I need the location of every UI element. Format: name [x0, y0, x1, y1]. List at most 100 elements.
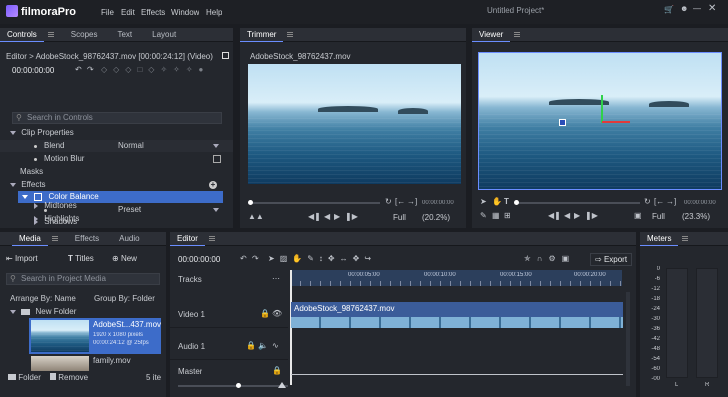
user-icon[interactable]: ☻ — [680, 5, 688, 13]
zoom-slider-handle[interactable] — [236, 383, 241, 388]
mark-out-icon[interactable]: →] — [407, 198, 417, 206]
pen-tool-icon[interactable]: ✎ — [480, 212, 487, 220]
controls-menu-icon[interactable] — [47, 32, 54, 37]
step-forward-icon[interactable]: ❚▶ — [345, 213, 358, 221]
timeline-scrollbar[interactable] — [626, 292, 630, 386]
speaker-icon[interactable]: 🔈 — [258, 342, 268, 350]
play-back-icon[interactable]: ◀ — [324, 213, 330, 221]
viewer-playhead[interactable] — [514, 200, 519, 205]
minimize-icon[interactable]: — — [693, 5, 701, 13]
media-search-input[interactable]: ⚲ Search in Project Media — [6, 273, 160, 285]
loop-icon[interactable]: ↻ — [385, 198, 392, 206]
motion-blur-checkbox[interactable] — [213, 155, 221, 163]
lock-icon[interactable]: 🔒 — [272, 367, 282, 375]
folder-row[interactable]: New Folder — [0, 306, 166, 318]
play-back-icon[interactable]: ◀ — [564, 212, 570, 220]
lock-icon[interactable]: 🔒 — [246, 342, 256, 350]
step-forward-icon[interactable]: ❚▶ — [585, 212, 598, 220]
mark-out-icon[interactable]: →] — [666, 198, 676, 206]
select-tool-icon[interactable]: ➤ — [480, 198, 487, 206]
viewer-quality-select[interactable]: Full — [652, 212, 665, 221]
controls-search-input[interactable]: ⚲ Search in Controls — [12, 112, 222, 124]
trimmer-scrub-bar[interactable] — [250, 202, 380, 204]
screen-icon[interactable]: ▣ — [634, 212, 642, 220]
add-effect-icon[interactable]: + — [209, 181, 217, 189]
tab-trimmer[interactable]: Trimmer — [240, 28, 284, 42]
redo-icon[interactable]: ↷ — [252, 255, 259, 263]
menu-file[interactable]: File — [101, 8, 114, 17]
eye-icon[interactable]: 👁 — [272, 310, 282, 318]
tab-layout[interactable]: Layout — [145, 28, 183, 42]
meters-menu-icon[interactable] — [682, 236, 689, 241]
masks-row[interactable]: Masks — [0, 166, 233, 178]
step-back-icon[interactable]: ◀❚ — [548, 212, 561, 220]
text-tool-icon[interactable]: T — [504, 198, 509, 206]
midtones-row[interactable]: Midtones — [0, 200, 233, 212]
transform-handle[interactable] — [559, 119, 566, 126]
undo-icon[interactable]: ↶ — [75, 66, 82, 74]
play-icon[interactable]: ▶ — [334, 213, 340, 221]
menu-effects[interactable]: Effects — [141, 8, 165, 17]
arrange-select[interactable]: Arrange By: Name — [10, 294, 76, 303]
menu-edit[interactable]: Edit — [121, 8, 135, 17]
effects-row[interactable]: Effects + — [0, 179, 233, 191]
editor-tools-icons[interactable]: ➤▨✋✎↕✥↔✥↪ — [268, 255, 376, 263]
panel-toggle-icon[interactable] — [222, 52, 229, 59]
crop-icon[interactable]: ⊞ — [504, 212, 511, 220]
keyframe-dot-icon[interactable] — [34, 145, 37, 148]
hand-tool-icon[interactable]: ✋ — [492, 198, 502, 206]
zoom-slider[interactable] — [178, 385, 288, 387]
viewer-scrub-bar[interactable] — [516, 202, 640, 204]
keyframe-dot-icon[interactable] — [34, 158, 37, 161]
zoom-in-icon[interactable] — [278, 382, 286, 388]
blend-select[interactable]: Normal — [118, 140, 144, 152]
tab-viewer[interactable]: Viewer — [472, 28, 511, 42]
video-clip[interactable]: AdobeStock_98762437.mov — [291, 302, 623, 328]
viewer-zoom-select[interactable]: (23.3%) — [682, 212, 710, 221]
timeline-ruler[interactable]: 00:00:05:00 00:00:10:00 00:00:15:00 00:0… — [290, 270, 622, 286]
tab-controls[interactable]: Controls — [0, 28, 44, 42]
redo-icon[interactable]: ↷ — [87, 66, 94, 74]
clip-properties-row[interactable]: Clip Properties — [0, 127, 233, 139]
mark-in-icon[interactable]: [← — [654, 198, 664, 206]
media-item-selected[interactable]: AdobeSt...437.mov 1920 x 1080 pixels 00:… — [29, 318, 161, 354]
trimmer-quality-select[interactable]: Full — [393, 213, 406, 222]
media-item-family[interactable]: family.mov — [29, 356, 161, 372]
media-menu-icon[interactable] — [51, 236, 58, 241]
mark-in-icon[interactable]: [← — [395, 198, 405, 206]
viewer-menu-icon[interactable] — [514, 32, 521, 37]
tab-editor[interactable]: Editor — [170, 232, 205, 246]
new-button[interactable]: ⊕ New — [112, 254, 137, 263]
import-button[interactable]: ⇤ Import — [6, 254, 38, 263]
tab-meters[interactable]: Meters — [640, 232, 679, 246]
highlights-row[interactable]: Highlights — [0, 213, 233, 225]
controls-timecode[interactable]: 00:00:00:00 — [12, 66, 54, 75]
trimmer-timecode[interactable]: 00:00:00:00 — [422, 200, 454, 206]
titles-button[interactable]: T Titles — [68, 254, 94, 263]
group-select[interactable]: Group By: Folder — [94, 294, 155, 303]
tracks-more-icon[interactable]: ⋯ — [272, 275, 280, 283]
folder-button[interactable]: Folder — [8, 373, 41, 382]
cart-icon[interactable]: 🛒 — [664, 6, 674, 14]
y-axis-gizmo[interactable] — [601, 95, 603, 123]
keyframe-icons[interactable]: ◇◇◇□◇✧✧✧● — [101, 66, 209, 74]
loop-icon[interactable]: ↻ — [644, 198, 651, 206]
undo-icon[interactable]: ↶ — [240, 255, 247, 263]
editor-menu-icon[interactable] — [208, 236, 215, 241]
play-icon[interactable]: ▶ — [574, 212, 580, 220]
trimmer-menu-icon[interactable] — [287, 32, 294, 37]
viewer-timecode[interactable]: 00:00:00:00 — [684, 200, 716, 206]
editor-right-tools-icons[interactable]: ✯∩⚙▣ — [524, 255, 575, 263]
insert-icon[interactable]: ▲▲ — [248, 213, 264, 221]
x-axis-gizmo[interactable] — [602, 121, 630, 123]
editor-timecode[interactable]: 00:00:00:00 — [178, 255, 220, 264]
remove-button[interactable]: Remove — [50, 373, 88, 382]
overlay-icon[interactable]: ▦ — [492, 212, 500, 220]
trimmer-zoom-select[interactable]: (20.2%) — [422, 213, 450, 222]
close-icon[interactable]: ✕ — [708, 4, 716, 14]
menu-window[interactable]: Window — [171, 8, 199, 17]
chevron-down-icon[interactable] — [213, 144, 219, 148]
lock-icon[interactable]: 🔒 — [260, 310, 270, 318]
step-back-icon[interactable]: ◀❚ — [308, 213, 321, 221]
tab-media[interactable]: Media — [12, 232, 48, 246]
